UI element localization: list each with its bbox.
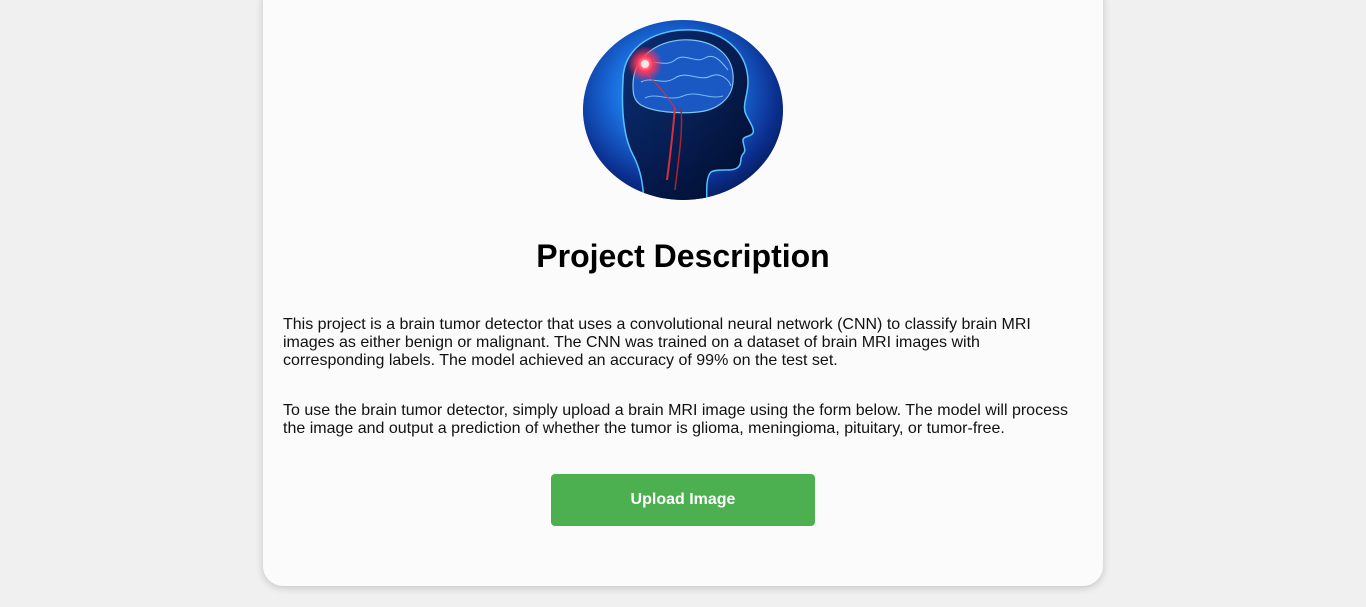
brain-head-illustration-icon — [583, 20, 783, 200]
page-title: Project Description — [536, 238, 830, 274]
content-card: Project Description This project is a br… — [263, 0, 1103, 586]
usage-instructions-paragraph: To use the brain tumor detector, simply … — [283, 402, 1068, 437]
upload-image-button[interactable]: Upload Image — [551, 474, 815, 526]
brain-scan-image — [583, 20, 783, 200]
project-description-paragraph: This project is a brain tumor detector t… — [283, 316, 1031, 369]
